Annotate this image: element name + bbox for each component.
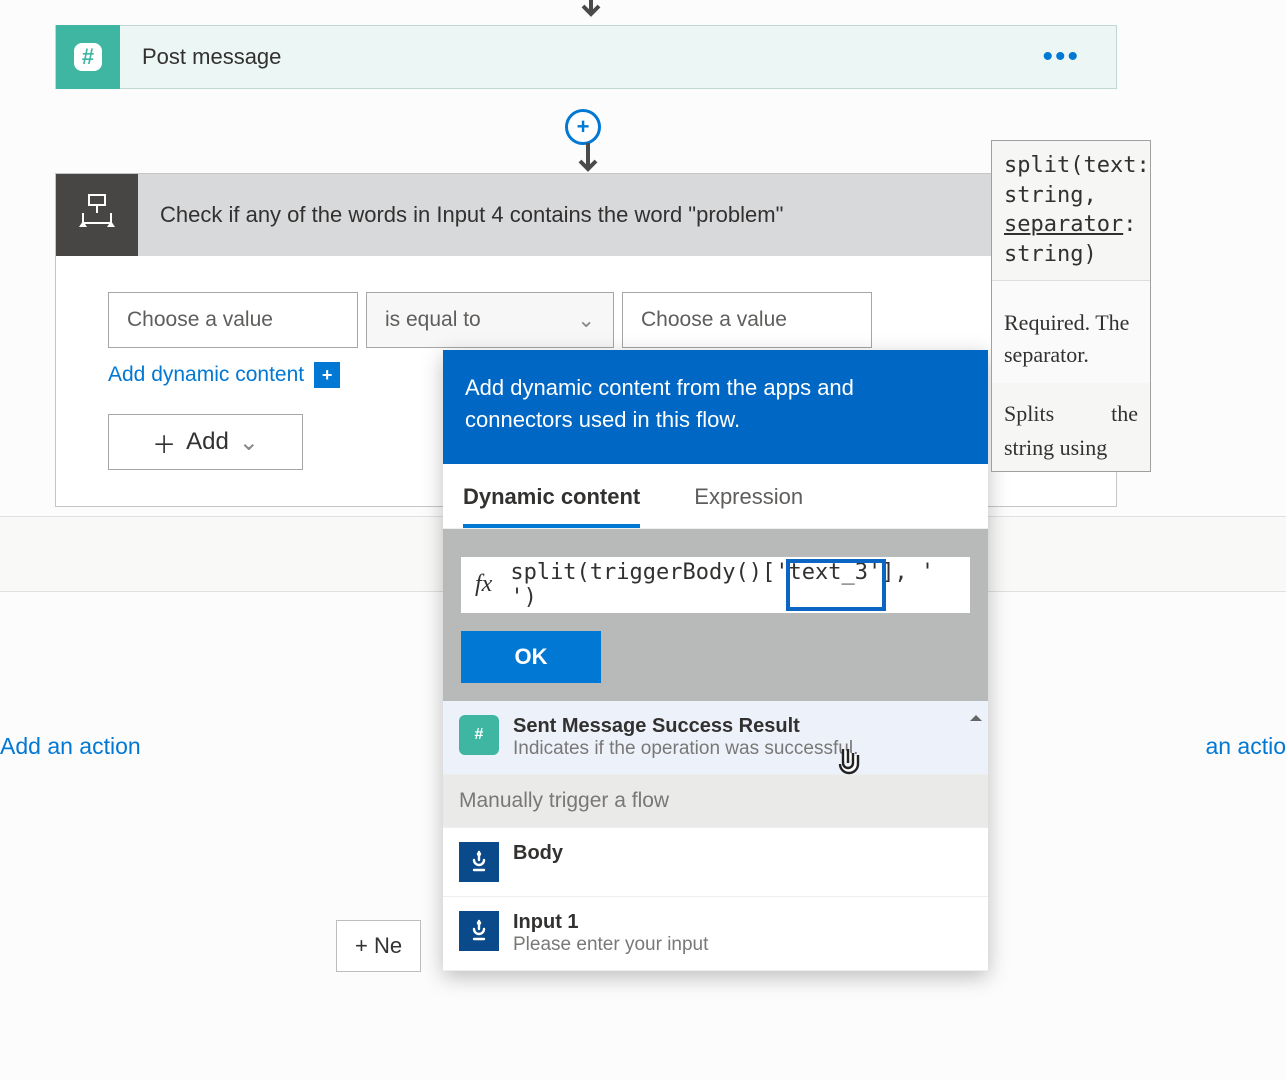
tooltip-sig-2: string, [1004,183,1097,208]
dynamic-item-sent-message-result[interactable]: # Sent Message Success Result Indicates … [443,701,988,775]
tooltip-sig-colon: : [1123,212,1136,237]
add-action-left-link[interactable]: Add an action [0,733,141,760]
condition-value-left[interactable]: Choose a value [108,292,358,348]
trigger-badge-icon [459,842,499,882]
popup-header: Add dynamic content from the apps and co… [443,350,988,464]
slack-icon: # [56,25,120,89]
dynamic-content-popup: Add dynamic content from the apps and co… [443,350,988,971]
scroll-up-icon[interactable] [970,709,982,721]
svg-text:#: # [82,44,94,69]
list-item-title: Input 1 [513,911,708,934]
condition-operator-label: is equal to [385,308,481,332]
list-item-subtitle: Please enter your input [513,934,708,956]
arrow-down-icon [573,143,603,177]
condition-value-right[interactable]: Choose a value [622,292,872,348]
expression-input[interactable]: fx split(triggerBody()['text_3'], ' ') [461,557,970,613]
arrow-down-icon [576,0,606,22]
add-dynamic-content-link[interactable]: Add dynamic content [108,363,304,387]
tooltip-cut: string using [992,435,1150,471]
condition-header[interactable]: Check if any of the words in Input 4 con… [56,174,1116,256]
add-condition-row-button[interactable]: ＋ Add ⌄ [108,414,303,470]
more-menu-icon[interactable]: ••• [1042,40,1080,74]
list-item-title: Sent Message Success Result [513,715,858,738]
trigger-badge-icon [459,911,499,951]
list-item-title: Body [513,842,563,865]
expression-tooltip: split(text: string, separator: string) R… [991,140,1151,472]
add-dynamic-plus-icon[interactable]: + [314,362,340,388]
tooltip-sig-4: string) [1004,242,1097,267]
ok-button[interactable]: OK [461,631,601,683]
insert-step-button[interactable]: + [565,109,601,145]
tooltip-more-2: the [1111,401,1138,427]
add-action-right-link[interactable]: an actio [1205,733,1286,760]
chevron-down-icon: ⌄ [239,428,259,457]
dynamic-content-list: # Sent Message Success Result Indicates … [443,701,988,971]
add-button-label: Add [186,428,229,456]
tooltip-required: Required. The separator. [992,280,1150,383]
chevron-down-icon: ⌄ [577,308,595,333]
plus-icon: ＋ [152,425,176,460]
dynamic-item-input1[interactable]: Input 1 Please enter your input [443,897,988,971]
condition-icon [56,174,138,256]
tooltip-sig-1: split(text: [1004,153,1150,178]
expression-text: split(triggerBody()['text_3'], ' ') [510,560,956,610]
list-item-subtitle: Indicates if the operation was successfu… [513,738,858,760]
new-step-button[interactable]: + Ne [336,920,421,972]
action-card-title: Post message [142,44,281,70]
tooltip-sig-sep: separator [1004,212,1123,237]
dynamic-section-trigger: Manually trigger a flow [443,775,988,828]
slack-badge-icon: # [459,715,499,755]
condition-title: Check if any of the words in Input 4 con… [160,202,783,228]
tab-dynamic-content[interactable]: Dynamic content [463,484,640,528]
fx-icon: fx [475,571,492,598]
section-title: Manually trigger a flow [459,789,669,813]
dynamic-item-body[interactable]: Body [443,828,988,897]
action-card-post-message[interactable]: # Post message ••• [55,25,1117,89]
tooltip-more-1: Splits [1004,401,1054,427]
condition-operator-select[interactable]: is equal to ⌄ [366,292,614,348]
tab-expression[interactable]: Expression [694,484,803,528]
